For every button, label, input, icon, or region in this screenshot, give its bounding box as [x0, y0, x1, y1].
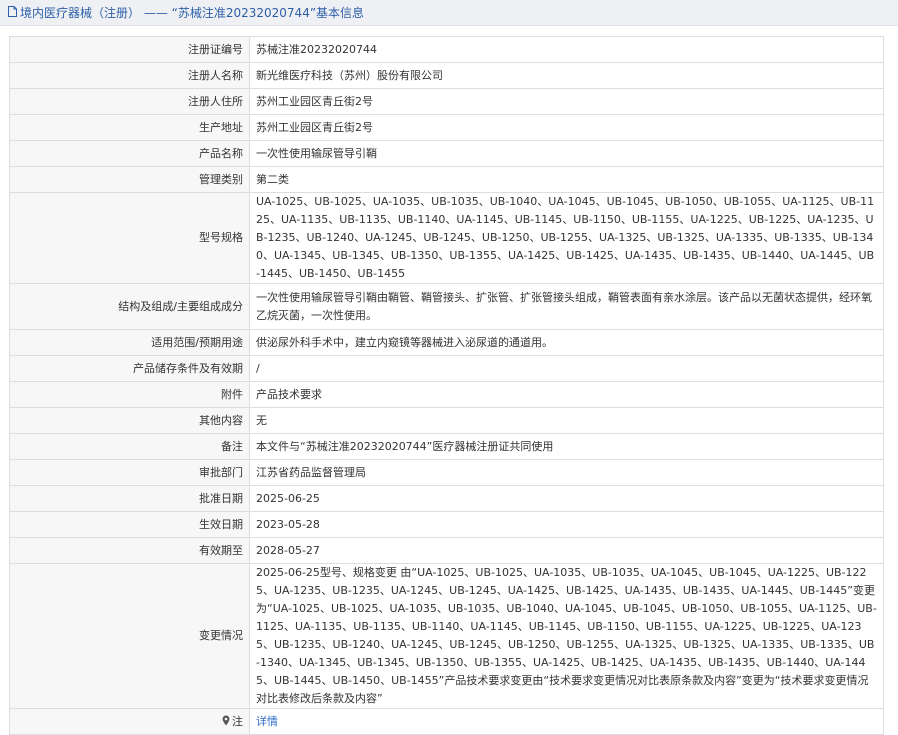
row-value: 苏州工业园区青丘街2号: [249, 88, 884, 115]
row-value: 新光维医疗科技（苏州）股份有限公司: [249, 62, 884, 89]
row-value: 2023-05-28: [249, 511, 884, 538]
row-value: 苏州工业园区青丘街2号: [249, 114, 884, 141]
row-value: 供泌尿外科手术中，建立内窥镜等器械进入泌尿道的通道用。: [249, 329, 884, 356]
row-label: 产品储存条件及有效期: [9, 355, 250, 382]
row-label: 注册人住所: [9, 88, 250, 115]
page-title: 境内医疗器械（注册） —— “苏械注准20232020744”基本信息: [20, 6, 365, 20]
row-label: 生效日期: [9, 511, 250, 538]
table-row: 结构及组成/主要组成成分 一次性使用输尿管导引鞘由鞘管、鞘管接头、扩张管、扩张管接…: [9, 283, 884, 330]
table-row: 注册证编号 苏械注准20232020744: [9, 36, 884, 63]
row-label: 适用范围/预期用途: [9, 329, 250, 356]
row-value: /: [249, 355, 884, 382]
page-header: 境内医疗器械（注册） —— “苏械注准20232020744”基本信息: [0, 0, 898, 26]
row-label: 备注: [9, 433, 250, 460]
table-row: 变更情况 2025-06-25型号、规格变更 由“UA-1025、UB-1025、…: [9, 563, 884, 709]
row-label: 产品名称: [9, 140, 250, 167]
row-value: 产品技术要求: [249, 381, 884, 408]
table-row: 其他内容无: [9, 407, 884, 434]
row-label: 其他内容: [9, 407, 250, 434]
table-row: 注册人住所 苏州工业园区青丘街2号: [9, 88, 884, 115]
row-value: 本文件与“苏械注准20232020744”医疗器械注册证共同使用: [249, 433, 884, 460]
table-row: 产品名称 一次性使用输尿管导引鞘: [9, 140, 884, 167]
row-label: 注册人名称: [9, 62, 250, 89]
row-value: 一次性使用输尿管导引鞘由鞘管、鞘管接头、扩张管、扩张管接头组成，鞘管表面有亲水涂…: [249, 283, 884, 330]
note-value-cell: 详情: [249, 708, 884, 735]
row-value: 江苏省药品监督管理局: [249, 459, 884, 486]
row-label: 注册证编号: [9, 36, 250, 63]
row-label: 有效期至: [9, 537, 250, 564]
row-label: 结构及组成/主要组成成分: [9, 283, 250, 330]
row-value: 2028-05-27: [249, 537, 884, 564]
table-row: 批准日期 2025-06-25: [9, 485, 884, 512]
table-row: 备注 本文件与“苏械注准20232020744”医疗器械注册证共同使用: [9, 433, 884, 460]
row-value: 2025-06-25: [249, 485, 884, 512]
row-value: 苏械注准20232020744: [249, 36, 884, 63]
row-value: 无: [249, 407, 884, 434]
table-row: 管理类别 第二类: [9, 166, 884, 193]
table-row: 生效日期 2023-05-28: [9, 511, 884, 538]
table-row: 审批部门 江苏省药品监督管理局: [9, 459, 884, 486]
row-label: 附件: [9, 381, 250, 408]
row-label: 管理类别: [9, 166, 250, 193]
row-label: 批准日期: [9, 485, 250, 512]
row-value: 一次性使用输尿管导引鞘: [249, 140, 884, 167]
table-row: 注册人名称 新光维医疗科技（苏州）股份有限公司: [9, 62, 884, 89]
note-label: 注: [232, 714, 243, 728]
document-icon: [8, 6, 17, 17]
table-row: 附件 产品技术要求: [9, 381, 884, 408]
table-row: 适用范围/预期用途 供泌尿外科手术中，建立内窥镜等器械进入泌尿道的通道用。: [9, 329, 884, 356]
row-value: 2025-06-25型号、规格变更 由“UA-1025、UB-1025、UA-1…: [249, 563, 884, 709]
detail-table: 注册证编号 苏械注准20232020744 注册人名称 新光维医疗科技（苏州）股份有…: [9, 36, 884, 735]
row-label: 型号规格: [9, 192, 250, 284]
table-row: 产品储存条件及有效期 /: [9, 355, 884, 382]
row-label: 生产地址: [9, 114, 250, 141]
note-row: 注 详情: [9, 708, 884, 735]
row-label: 变更情况: [9, 563, 250, 709]
note-label-cell: 注: [9, 708, 250, 735]
row-label: 审批部门: [9, 459, 250, 486]
table-row: 生产地址 苏州工业园区青丘街2号: [9, 114, 884, 141]
details-link[interactable]: 详情: [256, 715, 278, 728]
row-value: UA-1025、UB-1025、UA-1035、UB-1035、UB-1040、…: [249, 192, 884, 284]
table-row: 型号规格 UA-1025、UB-1025、UA-1035、UB-1035、UB-1…: [9, 192, 884, 284]
row-value: 第二类: [249, 166, 884, 193]
pin-icon: [222, 715, 230, 726]
table-row: 有效期至 2028-05-27: [9, 537, 884, 564]
